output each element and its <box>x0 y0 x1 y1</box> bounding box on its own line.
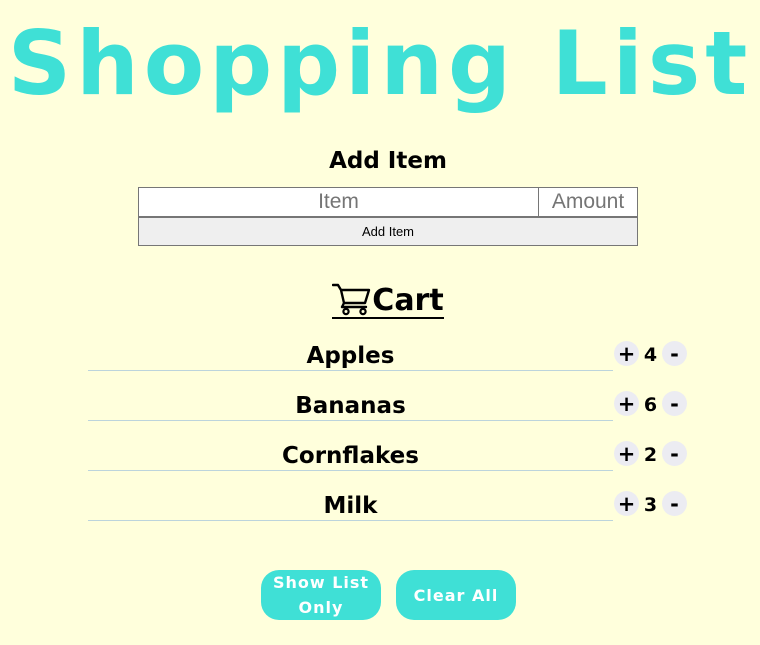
decrease-quantity-button[interactable]: - <box>662 491 687 516</box>
decrease-quantity-button[interactable]: - <box>662 391 687 416</box>
cart-row: Cornflakes + 2 - <box>88 438 688 474</box>
quantity-value: 3 <box>643 494 658 516</box>
show-list-only-button[interactable]: Show List Only <box>261 570 381 620</box>
clear-all-button[interactable]: Clear All <box>396 570 516 620</box>
amount-input[interactable] <box>538 187 638 217</box>
cart-item-name: Bananas <box>88 388 613 421</box>
app-title: Shopping List <box>7 12 753 115</box>
increase-quantity-button[interactable]: + <box>614 391 639 416</box>
shopping-cart-icon <box>332 282 372 316</box>
cart-heading-underline: Cart <box>332 281 444 319</box>
item-input[interactable] <box>138 187 539 217</box>
shopping-list-app: Shopping List Add Item Add Item Cart App… <box>0 0 760 645</box>
quantity-value: 4 <box>643 344 658 366</box>
cart-row: Milk + 3 - <box>88 488 688 524</box>
quantity-value: 6 <box>643 394 658 416</box>
cart-row: Apples + 4 - <box>88 338 688 374</box>
cart-item-name: Apples <box>88 338 613 371</box>
increase-quantity-button[interactable]: + <box>614 491 639 516</box>
increase-quantity-button[interactable]: + <box>614 441 639 466</box>
quantity-value: 2 <box>643 444 658 466</box>
increase-quantity-button[interactable]: + <box>614 341 639 366</box>
cart-label: Cart <box>372 283 444 318</box>
cart-item-name: Milk <box>88 488 613 521</box>
cart-heading: Cart <box>0 277 760 321</box>
add-item-heading: Add Item <box>329 148 447 174</box>
decrease-quantity-button[interactable]: - <box>662 341 687 366</box>
cart-item-name: Cornflakes <box>88 438 613 471</box>
decrease-quantity-button[interactable]: - <box>662 441 687 466</box>
add-item-button[interactable]: Add Item <box>138 217 638 246</box>
cart-row: Bananas + 6 - <box>88 388 688 424</box>
